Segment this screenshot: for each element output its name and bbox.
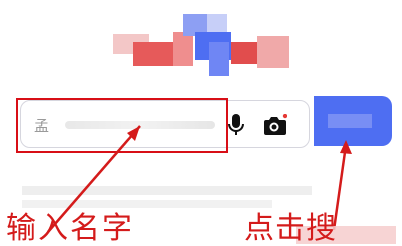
annotation-click-search: 点击搜 (244, 211, 337, 246)
arrowhead-button (340, 140, 352, 154)
annotation-arrows (47, 125, 352, 233)
annotation-enter-name: 输入名字 (6, 211, 134, 246)
